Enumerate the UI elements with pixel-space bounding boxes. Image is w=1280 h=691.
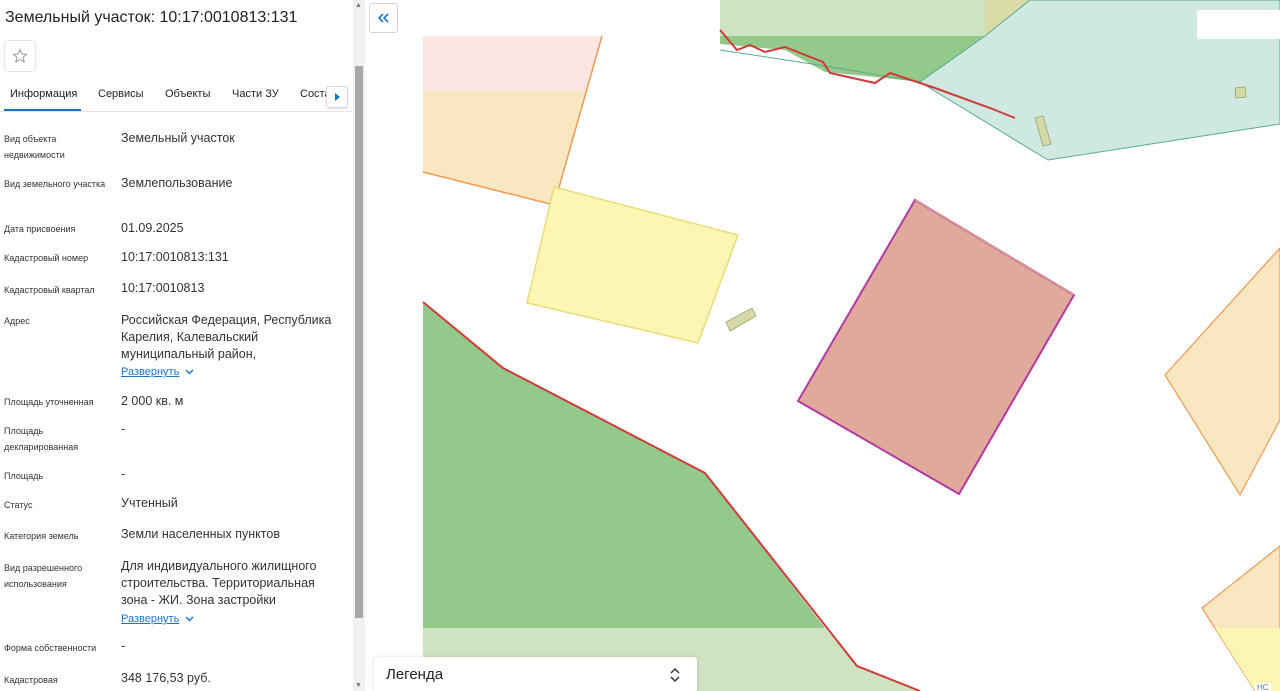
field-label-ownership: Форма собственности <box>4 643 97 653</box>
map-canvas[interactable] <box>365 0 1280 691</box>
field-label-assign-date: Дата присвоения <box>4 224 76 234</box>
field-label-land-category: Категория земель <box>4 531 79 541</box>
active-tab-indicator <box>4 109 81 111</box>
app-window: Земельный участок: 10:17:0010813:131 Инф… <box>0 0 1280 691</box>
field-value-area-specified: 2 000 кв. м <box>121 394 184 408</box>
chevron-down-icon <box>185 369 194 375</box>
field-label-object-type: Вид объекта недвижимости <box>4 134 65 160</box>
tab-info[interactable]: Информация <box>10 88 77 100</box>
chevron-down-icon <box>185 616 194 622</box>
permitted-use-expand-link[interactable]: Развернуть <box>121 613 194 625</box>
legend-dropdown[interactable]: Легенда <box>374 657 697 691</box>
field-value-assign-date: 01.09.2025 <box>121 221 184 235</box>
scroll-down-arrow-icon[interactable]: ▼ <box>355 682 362 689</box>
map-view[interactable]: Циан Легенда НС <box>365 0 1280 691</box>
double-chevron-left-icon <box>377 13 389 23</box>
address-expand-link[interactable]: Развернуть <box>121 366 194 378</box>
field-label-permitted-use: Вид разрешенного использования <box>4 563 83 589</box>
collapse-panel-button[interactable] <box>369 3 398 33</box>
field-label-address: Адрес <box>4 316 30 326</box>
chevron-up-down-icon <box>670 667 680 683</box>
field-label-area: Площадь <box>4 471 44 481</box>
tab-bar: Информация Сервисы Объекты Части ЗУ Сост… <box>0 82 352 112</box>
field-value-area-declared: - <box>121 422 126 436</box>
tabs-scroll-right-button[interactable] <box>326 86 348 108</box>
map-corner-tag: НС <box>1255 683 1271 691</box>
field-value-cadastral-number: 10:17:0010813:131 <box>121 250 229 264</box>
star-icon <box>12 48 28 64</box>
field-value-land-type: Землепользование <box>121 176 233 190</box>
building-small-3 <box>725 307 757 332</box>
field-value-cadastral-value: 348 176,53 руб. <box>121 671 211 685</box>
field-label-cadastral-number: Кадастровый номер <box>4 253 89 263</box>
parcel-beige-top <box>423 91 587 205</box>
field-value-land-category: Земли населенных пунктов <box>121 527 280 541</box>
expand-label: Развернуть <box>121 613 180 625</box>
field-value-address: Российская Федерация, Республика Карелия… <box>121 313 332 361</box>
field-value-object-type: Земельный участок <box>121 131 235 145</box>
favorite-button[interactable] <box>4 40 36 72</box>
panel-scrollbar-thumb[interactable] <box>355 66 363 618</box>
selected-parcel <box>796 198 1076 496</box>
field-value-ownership: - <box>121 639 126 653</box>
page-title: Земельный участок: 10:17:0010813:131 <box>5 9 298 26</box>
expand-label: Развернуть <box>121 366 180 378</box>
caret-right-icon <box>335 93 340 101</box>
map-search-box[interactable] <box>1197 10 1280 39</box>
field-value-area: - <box>121 467 126 481</box>
parcel-yellow-bottom-right <box>1215 628 1280 691</box>
field-label-status: Статус <box>4 500 33 510</box>
field-label-cadastral-quarter: Кадастровый квартал <box>4 285 95 295</box>
parcel-yellow <box>526 186 739 344</box>
field-value-cadastral-quarter: 10:17:0010813 <box>121 281 205 295</box>
legend-label: Легенда <box>386 666 444 683</box>
building-small-2 <box>1234 86 1247 99</box>
tab-parts[interactable]: Части ЗУ <box>232 88 279 100</box>
field-label-area-declared: Площадь декларированная <box>4 426 79 452</box>
field-value-permitted-use: Для индивидуального жилищного строительс… <box>121 559 317 607</box>
parcel-beige-right <box>1164 247 1280 497</box>
parcel-pink <box>423 36 602 91</box>
field-value-status: Учтенный <box>121 496 178 510</box>
info-panel: Земельный участок: 10:17:0010813:131 Инф… <box>0 0 365 691</box>
tab-services[interactable]: Сервисы <box>98 88 144 100</box>
zone-top-light-green <box>720 0 1030 36</box>
scroll-up-arrow-icon[interactable]: ▲ <box>355 2 362 9</box>
watermark-logo: Циан <box>945 541 1089 606</box>
field-label-land-type: Вид земельного участка <box>4 179 106 189</box>
field-label-cadastral-value: Кадастровая <box>4 675 58 685</box>
field-label-area-specified: Площадь уточненная <box>4 397 94 407</box>
tab-objects[interactable]: Объекты <box>165 88 210 100</box>
